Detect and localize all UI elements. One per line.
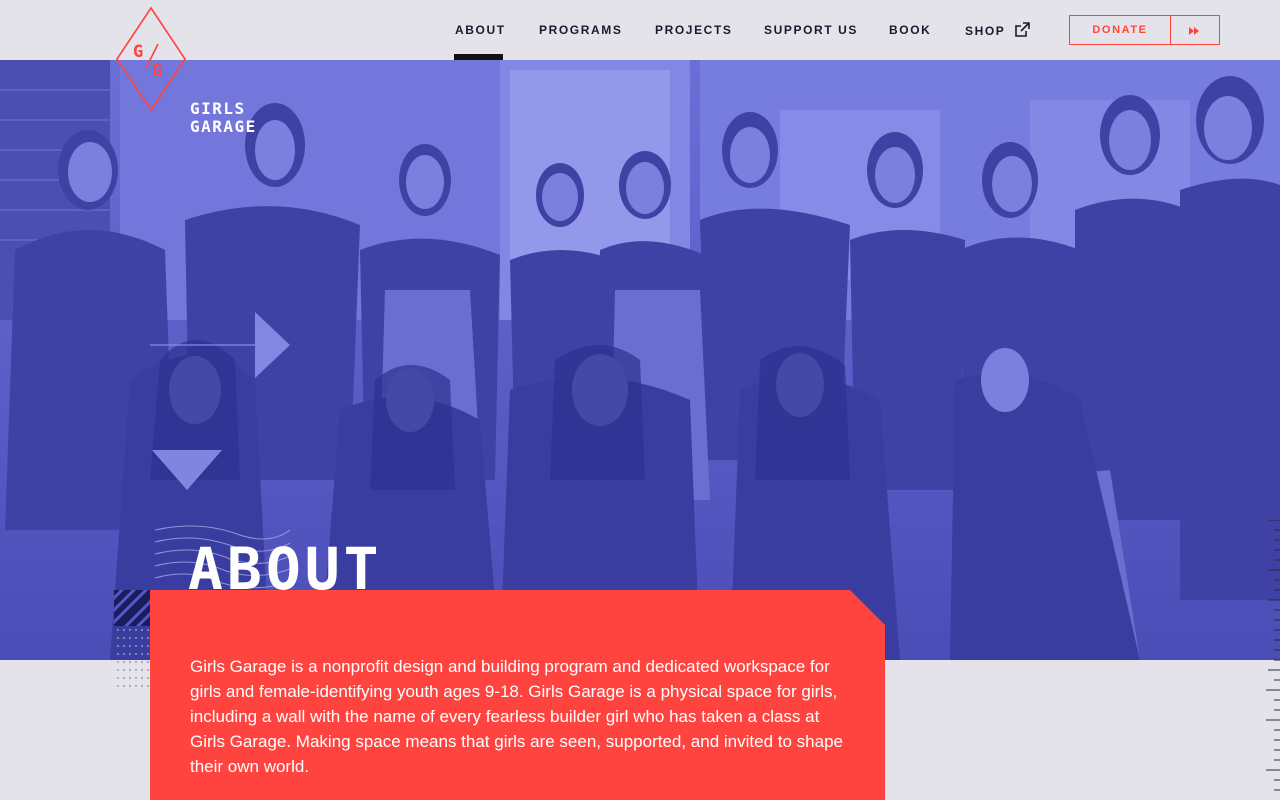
svg-text:G: G xyxy=(152,61,162,81)
nav-item-programs[interactable]: PROGRAMS xyxy=(539,23,622,37)
intro-text: Girls Garage is a nonprofit design and b… xyxy=(190,657,843,776)
nav-item-book[interactable]: BOOK xyxy=(889,23,931,37)
logo-wordmark[interactable]: GIRLS GARAGE xyxy=(190,100,257,136)
fast-forward-icon xyxy=(1188,24,1200,42)
active-nav-indicator xyxy=(454,54,503,60)
nav-item-about[interactable]: ABOUT xyxy=(455,23,506,37)
nav-item-projects[interactable]: PROJECTS xyxy=(655,23,732,37)
site-header: ABOUT PROGRAMS PROJECTS SUPPORT US BOOK … xyxy=(0,0,1280,60)
ruler-ticks xyxy=(1266,520,1280,791)
stripe-pattern xyxy=(114,590,150,626)
svg-text:G: G xyxy=(133,42,143,62)
donate-label: DONATE xyxy=(1092,24,1148,36)
intro-card: Girls Garage is a nonprofit design and b… xyxy=(150,590,885,800)
logo-monogram[interactable]: G G xyxy=(114,6,188,117)
page-title: ABOUT xyxy=(188,534,383,603)
nav-item-shop[interactable]: SHOP xyxy=(965,24,1005,38)
logo-line-girls: GIRLS xyxy=(190,99,246,118)
logo-line-garage: GARAGE xyxy=(190,117,257,136)
nav-item-support-us[interactable]: SUPPORT US xyxy=(764,23,858,37)
external-link-icon[interactable] xyxy=(1015,22,1030,42)
donate-divider xyxy=(1170,16,1171,44)
dot-pattern xyxy=(117,629,149,687)
donate-button[interactable]: DONATE xyxy=(1069,15,1220,45)
hero-section: ABOUT xyxy=(0,60,1280,660)
